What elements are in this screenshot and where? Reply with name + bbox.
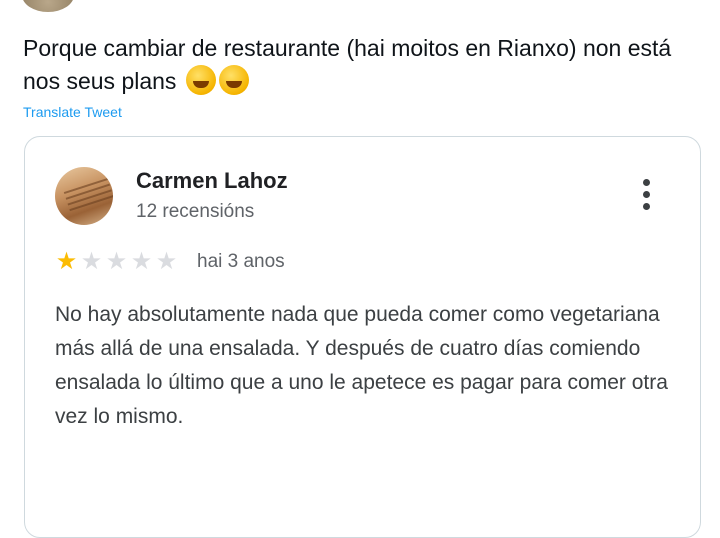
reviewer-review-count: 12 recensións xyxy=(136,201,255,222)
review-age: hai 3 anos xyxy=(197,251,285,272)
reviewer-avatar[interactable] xyxy=(55,167,113,225)
laughing-emoji-icon xyxy=(218,65,249,95)
laughing-emoji-icon xyxy=(185,65,216,95)
star-rating: ★ ★ ★ ★ ★ xyxy=(54,249,179,275)
more-options-icon[interactable] xyxy=(639,179,653,213)
tweet-text: Porque cambiar de restaurante (hai moito… xyxy=(23,32,703,98)
quoted-review-card[interactable]: Carmen Lahoz 12 recensións ★ ★ ★ ★ ★ hai… xyxy=(24,136,701,538)
review-body: No hay absolutamente nada que pueda come… xyxy=(55,303,668,428)
tweet-text-content: Porque cambiar de restaurante (hai moito… xyxy=(23,35,672,94)
translate-tweet-link[interactable]: Translate Tweet xyxy=(23,104,122,120)
tweet-author-avatar[interactable] xyxy=(22,0,74,12)
star-icon: ★ xyxy=(130,248,153,275)
star-icon: ★ xyxy=(105,248,128,275)
star-icon: ★ xyxy=(80,248,103,275)
star-icon: ★ xyxy=(55,248,78,275)
star-icon: ★ xyxy=(155,248,178,275)
reviewer-name[interactable]: Carmen Lahoz xyxy=(136,168,288,194)
